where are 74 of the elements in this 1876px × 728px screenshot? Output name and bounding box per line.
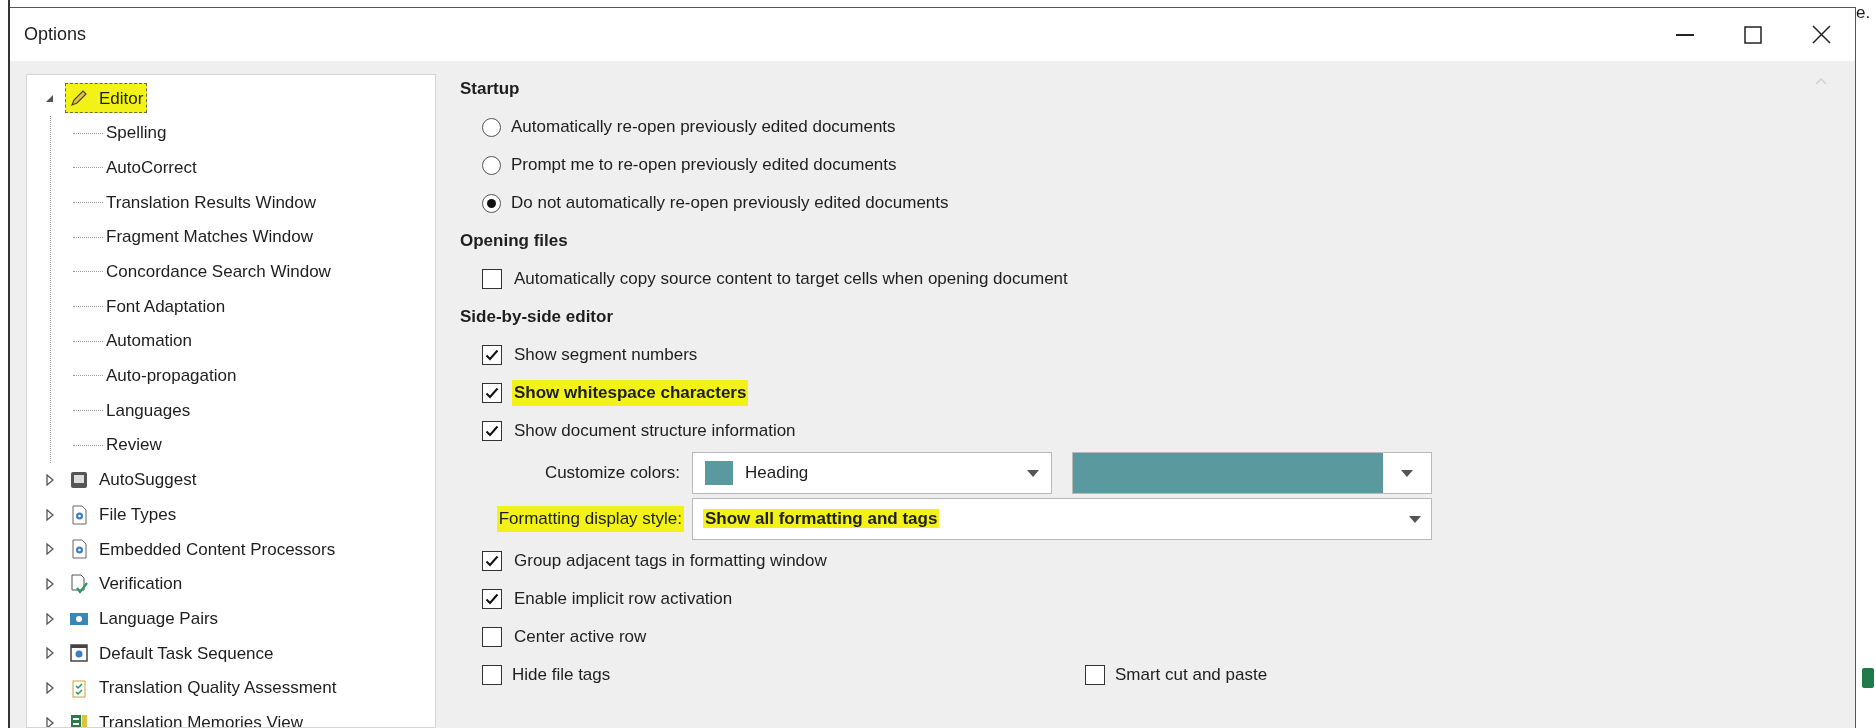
tree-item[interactable]: Default Task Sequence bbox=[65, 638, 278, 669]
tree-item[interactable]: Verification bbox=[65, 568, 187, 599]
tree-item[interactable]: Automation bbox=[103, 328, 195, 354]
color-dropdown[interactable]: Heading bbox=[692, 452, 1052, 494]
expand-arrow-icon[interactable] bbox=[45, 543, 55, 556]
checkbox[interactable] bbox=[482, 665, 502, 685]
document-check-icon bbox=[69, 573, 89, 594]
checkbox[interactable] bbox=[482, 589, 502, 609]
caret-icon bbox=[1027, 469, 1039, 477]
checkbox-label: Show segment numbers bbox=[513, 344, 699, 367]
radio-label: Prompt me to re-open previously edited documents bbox=[511, 154, 897, 177]
app-icon bbox=[1862, 668, 1874, 688]
tree-item[interactable]: Translation Quality Assessment bbox=[65, 673, 341, 704]
section-heading: Opening files bbox=[460, 230, 568, 253]
pencil-icon bbox=[69, 88, 89, 109]
field-label: Formatting display style: bbox=[496, 506, 684, 532]
expand-arrow-icon[interactable] bbox=[45, 647, 55, 660]
tree-item[interactable]: Editor bbox=[65, 83, 148, 114]
tree-item[interactable]: Fragment Matches Window bbox=[103, 224, 316, 250]
file-gear-icon bbox=[69, 504, 89, 525]
checkbox[interactable] bbox=[482, 421, 502, 441]
tree-item[interactable]: Translation Results Window bbox=[103, 189, 320, 216]
tree-item[interactable]: Languages bbox=[103, 397, 194, 424]
tree-item[interactable]: Review bbox=[103, 432, 165, 458]
window-gear-icon bbox=[69, 643, 89, 664]
checkbox-label: Show document structure information bbox=[513, 420, 797, 443]
checkbox[interactable] bbox=[482, 551, 502, 571]
style-dropdown[interactable]: Show all formatting and tags bbox=[692, 498, 1432, 540]
checkbox[interactable] bbox=[482, 345, 502, 365]
tree-item[interactable]: Spelling bbox=[103, 120, 170, 146]
caret-icon bbox=[1409, 515, 1421, 523]
tree-item[interactable]: Concordance Search Window bbox=[103, 259, 334, 285]
expand-arrow-icon[interactable] bbox=[45, 473, 55, 486]
radio-button[interactable] bbox=[482, 193, 501, 213]
tree-item[interactable]: Language Pairs bbox=[65, 603, 223, 634]
tree-item[interactable]: Font Adaptation bbox=[103, 293, 229, 320]
checkbox-label: Enable implicit row activation bbox=[513, 588, 734, 611]
tree-item[interactable]: AutoCorrect bbox=[103, 154, 200, 181]
checkbox-label: Group adjacent tags in formatting window bbox=[513, 550, 828, 573]
radio-label: Do not automatically re-open previously edited documents bbox=[511, 192, 949, 215]
checkbox[interactable] bbox=[482, 383, 502, 403]
color-picker-dropdown[interactable] bbox=[1072, 452, 1432, 494]
section-heading: Side-by-side editor bbox=[460, 306, 614, 329]
checkbox-label: Center active row bbox=[513, 626, 648, 649]
background-text: e. bbox=[1856, 4, 1872, 21]
checkbox[interactable] bbox=[482, 627, 502, 647]
keyboard-icon bbox=[69, 469, 89, 490]
file-gear-icon bbox=[69, 539, 89, 560]
maximize-icon[interactable] bbox=[1744, 25, 1762, 44]
checkbox-label: Show whitespace characters bbox=[512, 380, 749, 406]
expand-arrow-icon[interactable] bbox=[45, 682, 55, 695]
tree-item[interactable]: File Types bbox=[65, 499, 181, 530]
checkbox[interactable] bbox=[482, 269, 502, 289]
window-title: Options bbox=[24, 23, 87, 46]
section-heading: Startup bbox=[460, 78, 520, 101]
checkbox-label: Hide file tags bbox=[512, 664, 611, 687]
close-icon[interactable] bbox=[1812, 25, 1831, 44]
expand-arrow-icon[interactable] bbox=[45, 577, 55, 590]
expand-arrow-icon[interactable] bbox=[45, 612, 55, 625]
checkbox-label: Automatically copy source content to target cells when opening document bbox=[513, 268, 1069, 291]
clipboard-check-icon bbox=[69, 678, 89, 699]
field-label: Customize colors: bbox=[543, 462, 681, 485]
checkbox-label: Smart cut and paste bbox=[1115, 664, 1268, 687]
tree-item[interactable]: Auto-propagation bbox=[103, 363, 240, 389]
radio-button[interactable] bbox=[482, 155, 501, 175]
radio-label: Automatically re-open previously edited documents bbox=[511, 116, 896, 139]
radio-button[interactable] bbox=[482, 117, 501, 137]
checkbox[interactable] bbox=[1085, 665, 1105, 685]
expand-arrow-icon[interactable] bbox=[45, 716, 55, 727]
tree-item[interactable]: AutoSuggest bbox=[65, 464, 201, 495]
expand-arrow-icon[interactable] bbox=[45, 508, 55, 521]
caret-icon bbox=[1401, 469, 1413, 477]
minimize-icon[interactable] bbox=[1676, 33, 1694, 36]
tree-item[interactable]: Embedded Content Processors bbox=[65, 534, 340, 565]
